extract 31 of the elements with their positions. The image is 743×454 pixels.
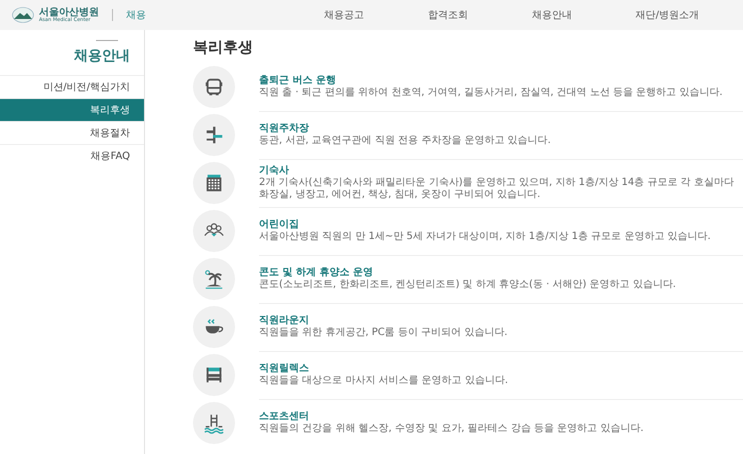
sidebar-item[interactable]: 채용절차 (0, 121, 144, 144)
benefit-description: 직원들의 건강을 위해 헬스장, 수영장 및 요가, 필라테스 강습 등을 운영하고 있습니다. (259, 423, 645, 435)
sidebar-item[interactable]: 채용FAQ (0, 144, 144, 167)
hospital-name: 서울아산병원 (39, 8, 99, 18)
benefit-description: 직원들을 위한 휴게공간, PC룸 등이 구비되어 있습니다. (259, 326, 508, 338)
benefit-title: 직원라운지 (259, 314, 310, 326)
benefit-description: 서울아산병원 직원의 만 1세~만 5세 자녀가 대상이며, 지하 1층/지상 1층 규모로 운영하고 있습니다. (259, 230, 712, 242)
pool-ladder-icon (203, 412, 225, 434)
benefit-title: 기숙사 (259, 164, 290, 176)
page-title: 복리후생 (193, 38, 254, 57)
benefit-title: 직원주차장 (259, 122, 310, 134)
benefit-title: 어린이집 (259, 218, 300, 230)
nav-link[interactable]: 재단/병원소개 (636, 8, 700, 22)
benefit-title: 스포츠센터 (259, 411, 310, 423)
benefit-title: 콘도 및 하계 휴양소 운영 (259, 266, 374, 278)
benefit-description: 동관, 서관, 교육연구관에 직원 전용 주차장을 운영하고 있습니다. (259, 134, 552, 146)
sidebar-title: 채용안내 (74, 47, 130, 65)
nav-link[interactable]: 채용안내 (532, 8, 572, 22)
benefit-description: 직원들을 대상으로 마사지 서비스를 운영하고 있습니다. (259, 374, 510, 386)
benefit-title: 직원릴렉스 (259, 362, 310, 374)
nav-link[interactable]: 합격조회 (428, 8, 468, 22)
benefit-description: 콘도(소노리조트, 한화리조트, 켄싱턴리조트) 및 하계 휴양소(동 · 서해안) 운영하고 있습니다. (259, 278, 677, 290)
benefit-description: 2개 기숙사(신축기숙사와 패밀리타운 기숙사)를 운영하고 있으며, 지하 1층/지상 14층 규모로 각 호실마다 화장실, 냉장고, 에어컨, 책상, 침대, 옷장이 구비되어 있습니다. (259, 176, 735, 200)
section-label: 채용 (126, 9, 146, 22)
sidebar-item[interactable]: 복리후생 (0, 98, 144, 121)
palm-island-icon (203, 268, 225, 290)
benefit-description: 직원 출 · 퇴근 편의를 위하여 천호역, 거여역, 길동사거리, 잠실역, 건대역 노선 등을 운행하고 있습니다. (259, 86, 724, 98)
nav-link[interactable]: 채용공고 (324, 8, 364, 22)
benefit-title: 출퇴근 버스 운행 (259, 74, 337, 86)
mountain-logo-icon (12, 7, 34, 23)
bus-icon (203, 76, 225, 98)
